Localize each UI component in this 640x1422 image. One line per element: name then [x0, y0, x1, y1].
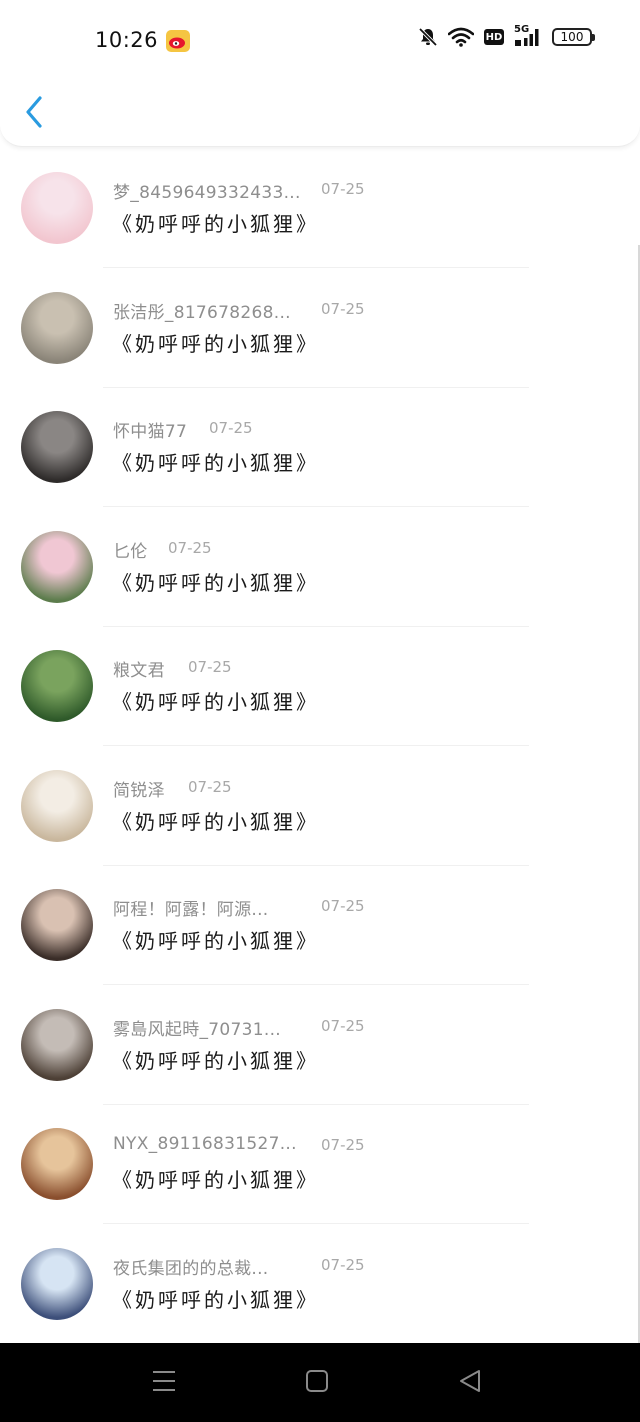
status-icons: HD 5G 100 — [418, 24, 595, 47]
message-text: 《奶呼呼的小狐狸》 — [112, 451, 319, 475]
list-item[interactable]: NYX_89116831527... 07-25 《奶呼呼的小狐狸》 — [0, 1104, 640, 1224]
list-item[interactable]: 阿程！阿露！阿源... 07-25 《奶呼呼的小狐狸》 — [0, 865, 640, 985]
message-text: 《奶呼呼的小狐狸》 — [112, 929, 319, 953]
home-icon[interactable] — [306, 1369, 328, 1393]
hd-badge: HD — [484, 29, 504, 45]
avatar[interactable] — [21, 889, 93, 961]
date-label: 07-25 — [321, 1136, 365, 1154]
date-label: 07-25 — [168, 538, 212, 557]
date-label: 07-25 — [321, 1255, 365, 1274]
navigation-bar — [0, 1343, 640, 1422]
avatar[interactable] — [21, 1128, 93, 1200]
message-text: 《奶呼呼的小狐狸》 — [112, 212, 319, 236]
back-triangle-icon[interactable] — [458, 1369, 482, 1393]
wifi-icon — [448, 27, 474, 47]
message-text: 《奶呼呼的小狐狸》 — [112, 1168, 319, 1192]
message-text: 《奶呼呼的小狐狸》 — [112, 331, 319, 356]
username[interactable]: 夜氏集团的的总裁... — [113, 1254, 269, 1279]
date-label: 07-25 — [321, 299, 365, 318]
chevron-left-icon[interactable] — [20, 94, 50, 130]
list-item[interactable]: 粮文君 07-25 《奶呼呼的小狐狸》 — [0, 626, 640, 746]
date-label: 07-25 — [188, 777, 232, 796]
date-label: 07-25 — [321, 897, 365, 915]
username[interactable]: 简锐泽 — [113, 776, 165, 801]
message-text: 《奶呼呼的小狐狸》 — [112, 1287, 319, 1312]
username[interactable]: 梦_8459649332433... — [113, 178, 301, 203]
username[interactable]: 雾島风起時_70731... — [113, 1015, 281, 1040]
date-label: 07-25 — [209, 419, 253, 437]
username[interactable]: 张洁彤_817678268... — [113, 298, 291, 323]
cellular-signal-icon: 5G — [514, 24, 542, 47]
date-label: 07-25 — [321, 1016, 365, 1035]
status-bar: 10:26 HD 5G 100 — [0, 0, 640, 82]
message-text: 《奶呼呼的小狐狸》 — [112, 809, 319, 834]
avatar[interactable] — [21, 769, 93, 842]
list-item[interactable]: 怀中猫77 07-25 《奶呼呼的小狐狸》 — [0, 387, 640, 507]
username[interactable]: 阿程！阿露！阿源... — [113, 895, 269, 920]
list-item[interactable]: 简锐泽 07-25 《奶呼呼的小狐狸》 — [0, 746, 640, 866]
list-item[interactable]: 雾島风起時_70731... 07-25 《奶呼呼的小狐狸》 — [0, 985, 640, 1105]
avatar[interactable] — [21, 291, 93, 364]
list-item[interactable]: 夜氏集团的的总裁... 07-25 《奶呼呼的小狐狸》 — [0, 1224, 640, 1344]
mute-bell-icon — [418, 27, 438, 47]
battery-indicator: 100 — [552, 28, 595, 46]
list-item[interactable]: 梦_8459649332433... 07-25 《奶呼呼的小狐狸》 — [0, 148, 640, 268]
list-item[interactable]: 张洁彤_817678268... 07-25 《奶呼呼的小狐狸》 — [0, 268, 640, 388]
avatar[interactable] — [21, 411, 93, 483]
username[interactable]: 匕伦 — [113, 537, 148, 562]
avatar[interactable] — [21, 650, 93, 722]
list-item[interactable]: 匕伦 07-25 《奶呼呼的小狐狸》 — [0, 507, 640, 627]
username[interactable]: 怀中猫77 — [113, 417, 187, 442]
date-label: 07-25 — [321, 180, 365, 198]
avatar[interactable] — [21, 1247, 93, 1320]
menu-icon[interactable] — [152, 1369, 176, 1393]
message-text: 《奶呼呼的小狐狸》 — [112, 570, 319, 595]
username[interactable]: NYX_89116831527... — [113, 1134, 297, 1154]
avatar[interactable] — [21, 530, 93, 603]
message-text: 《奶呼呼的小狐狸》 — [112, 690, 319, 714]
username[interactable]: 粮文君 — [113, 656, 165, 681]
message-text: 《奶呼呼的小狐狸》 — [112, 1048, 319, 1073]
status-time: 10:26 — [95, 28, 159, 52]
weibo-icon — [166, 30, 190, 52]
avatar[interactable] — [21, 1008, 93, 1081]
network-type: 5G — [514, 24, 530, 35]
date-label: 07-25 — [188, 658, 232, 676]
follower-list: 梦_8459649332433... 07-25 《奶呼呼的小狐狸》 张洁彤_8176… — [0, 148, 640, 1343]
avatar[interactable] — [21, 172, 93, 244]
